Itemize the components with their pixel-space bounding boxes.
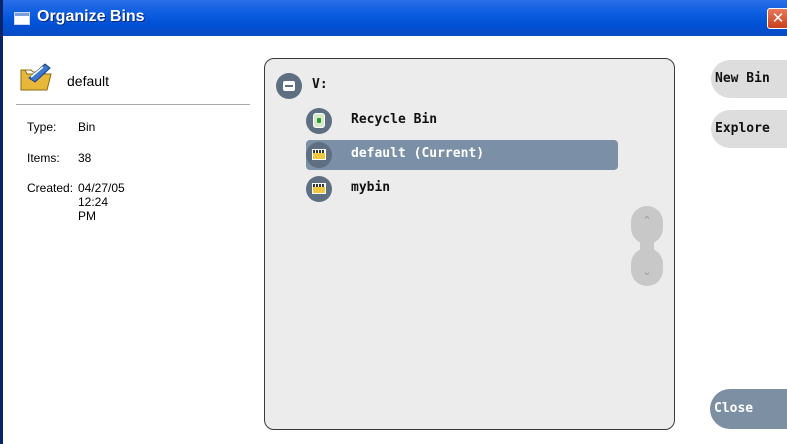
- recycle-bin-icon: [306, 108, 332, 134]
- info-value: 38: [78, 151, 92, 165]
- info-value: 04/27/05 12:24 PM: [78, 181, 125, 223]
- bin-icon: [306, 176, 332, 202]
- explore-button[interactable]: Explore: [711, 110, 787, 148]
- info-label: Type:: [27, 120, 57, 134]
- tree-item-label: Recycle Bin: [351, 112, 438, 127]
- tree-item-default[interactable]: default (Current): [306, 140, 618, 170]
- tree-item-mybin[interactable]: mybin: [306, 174, 606, 204]
- window-icon: [14, 12, 30, 25]
- organize-bins-window: Organize Bins ✕ default Type: Bin Items:…: [0, 0, 787, 444]
- tree-root-label: V:: [312, 77, 328, 92]
- chevron-down-icon: ⌄: [642, 265, 652, 278]
- bin-tree-panel: V: Recycle Bin default (Current) mybin ⌃: [264, 58, 675, 430]
- tree-item-recycle-bin[interactable]: Recycle Bin: [306, 106, 606, 136]
- scroll-down-button[interactable]: ⌄: [631, 248, 663, 286]
- minus-glyph: [283, 81, 295, 91]
- bin-icon: [306, 142, 332, 168]
- title-bar[interactable]: Organize Bins ✕: [3, 0, 787, 36]
- recycle-glyph: [313, 113, 325, 128]
- tree-root-drive[interactable]: V:: [276, 71, 476, 101]
- window-title: Organize Bins: [37, 8, 145, 25]
- collapse-icon[interactable]: [276, 73, 302, 99]
- bin-info-header: default: [16, 60, 250, 105]
- new-bin-button[interactable]: New Bin: [711, 60, 787, 98]
- bin-name: default: [67, 73, 110, 89]
- tree-item-label: default (Current): [351, 146, 485, 161]
- bin-glyph: [312, 149, 326, 160]
- scroll-control: ⌃ ⌄: [631, 206, 663, 286]
- info-label: Items:: [27, 151, 60, 165]
- close-button[interactable]: Close: [710, 389, 787, 429]
- window-close-button[interactable]: ✕: [767, 8, 787, 29]
- folder-icon: [20, 63, 52, 91]
- chevron-up-icon: ⌃: [642, 214, 652, 227]
- bin-glyph: [312, 183, 326, 194]
- info-label: Created:: [27, 181, 74, 195]
- info-value: Bin: [78, 120, 96, 134]
- tree-item-label: mybin: [351, 180, 391, 195]
